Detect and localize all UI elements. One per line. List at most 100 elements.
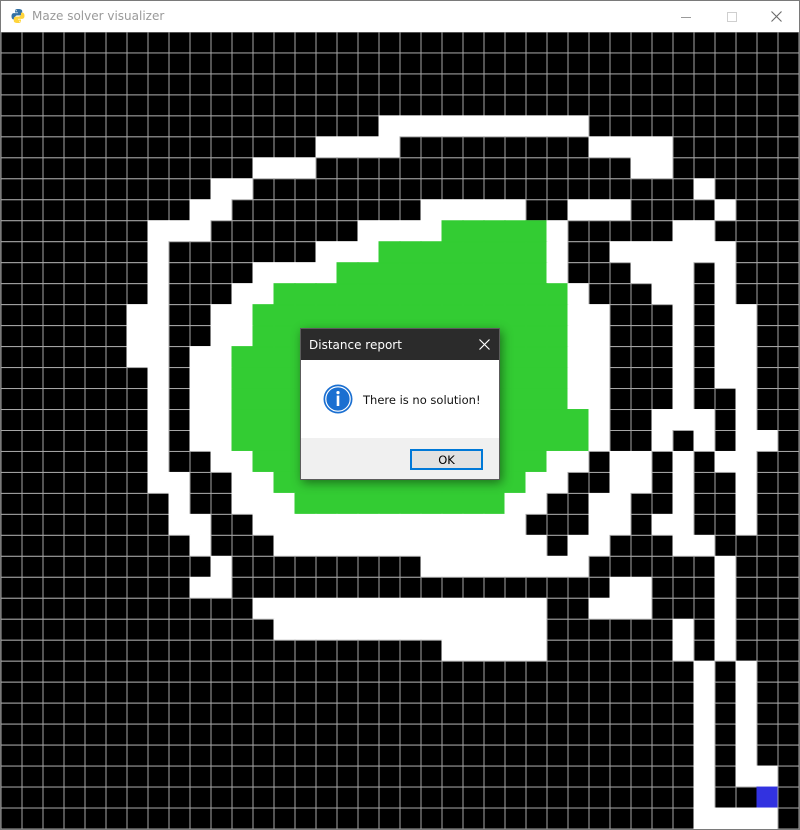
wall-cell[interactable] (441, 765, 464, 788)
open-cell[interactable] (714, 555, 737, 578)
wall-cell[interactable] (609, 325, 632, 348)
wall-cell[interactable] (1, 765, 23, 788)
open-cell[interactable] (357, 241, 380, 264)
wall-cell[interactable] (21, 32, 44, 54)
open-cell[interactable] (588, 409, 611, 431)
wall-cell[interactable] (399, 744, 422, 767)
wall-cell[interactable] (546, 157, 569, 180)
wall-cell[interactable] (1, 618, 23, 641)
wall-cell[interactable] (210, 32, 233, 54)
open-cell[interactable] (588, 346, 611, 369)
wall-cell[interactable] (399, 723, 422, 746)
wall-cell[interactable] (84, 576, 107, 599)
wall-cell[interactable] (378, 178, 401, 201)
wall-cell[interactable] (105, 304, 128, 327)
wall-cell[interactable] (777, 262, 799, 285)
wall-cell[interactable] (567, 94, 590, 117)
wall-cell[interactable] (273, 807, 296, 829)
wall-cell[interactable] (357, 681, 380, 704)
open-cell[interactable] (630, 157, 653, 180)
wall-cell[interactable] (777, 178, 799, 201)
wall-cell[interactable] (525, 744, 548, 767)
wall-cell[interactable] (315, 52, 338, 75)
wall-cell[interactable] (168, 660, 191, 683)
wall-cell[interactable] (735, 576, 758, 599)
wall-cell[interactable] (504, 94, 527, 117)
wall-cell[interactable] (483, 723, 506, 746)
wall-cell[interactable] (735, 786, 758, 809)
wall-cell[interactable] (210, 513, 233, 536)
wall-cell[interactable] (126, 178, 149, 201)
open-cell[interactable] (735, 367, 758, 390)
visited-cell[interactable] (546, 367, 569, 390)
wall-cell[interactable] (714, 32, 737, 54)
wall-cell[interactable] (420, 744, 443, 767)
open-cell[interactable] (735, 765, 758, 788)
wall-cell[interactable] (777, 52, 799, 75)
wall-cell[interactable] (84, 73, 107, 96)
wall-cell[interactable] (630, 32, 653, 54)
wall-cell[interactable] (42, 157, 65, 180)
wall-cell[interactable] (21, 597, 44, 620)
open-cell[interactable] (168, 220, 191, 243)
open-cell[interactable] (609, 597, 632, 620)
wall-cell[interactable] (378, 765, 401, 788)
wall-cell[interactable] (630, 723, 653, 746)
wall-cell[interactable] (21, 430, 44, 452)
wall-cell[interactable] (105, 283, 128, 306)
wall-cell[interactable] (567, 618, 590, 641)
wall-cell[interactable] (1, 136, 23, 159)
wall-cell[interactable] (357, 157, 380, 180)
wall-cell[interactable] (357, 576, 380, 599)
wall-cell[interactable] (315, 723, 338, 746)
open-cell[interactable] (399, 115, 422, 138)
open-cell[interactable] (735, 744, 758, 767)
wall-cell[interactable] (84, 94, 107, 117)
wall-cell[interactable] (756, 681, 779, 704)
open-cell[interactable] (210, 178, 233, 201)
wall-cell[interactable] (525, 576, 548, 599)
wall-cell[interactable] (315, 660, 338, 683)
wall-cell[interactable] (357, 786, 380, 809)
wall-cell[interactable] (273, 241, 296, 264)
open-cell[interactable] (735, 681, 758, 704)
visited-cell[interactable] (420, 492, 443, 515)
wall-cell[interactable] (105, 241, 128, 264)
wall-cell[interactable] (252, 723, 275, 746)
open-cell[interactable] (735, 492, 758, 515)
open-cell[interactable] (210, 388, 233, 411)
wall-cell[interactable] (588, 807, 611, 829)
wall-cell[interactable] (147, 702, 170, 725)
wall-cell[interactable] (168, 765, 191, 788)
open-cell[interactable] (210, 576, 233, 599)
wall-cell[interactable] (84, 639, 107, 662)
open-cell[interactable] (504, 597, 527, 620)
wall-cell[interactable] (420, 702, 443, 725)
wall-cell[interactable] (777, 32, 799, 54)
wall-cell[interactable] (63, 262, 86, 285)
wall-cell[interactable] (630, 492, 653, 515)
open-cell[interactable] (588, 388, 611, 411)
open-cell[interactable] (735, 702, 758, 725)
wall-cell[interactable] (420, 157, 443, 180)
wall-cell[interactable] (336, 723, 359, 746)
open-cell[interactable] (252, 597, 275, 620)
wall-cell[interactable] (210, 262, 233, 285)
visited-cell[interactable] (483, 304, 506, 327)
wall-cell[interactable] (42, 576, 65, 599)
open-cell[interactable] (483, 555, 506, 578)
wall-cell[interactable] (441, 786, 464, 809)
wall-cell[interactable] (651, 471, 674, 494)
wall-cell[interactable] (42, 73, 65, 96)
wall-cell[interactable] (756, 555, 779, 578)
wall-cell[interactable] (105, 576, 128, 599)
wall-cell[interactable] (1, 32, 23, 54)
wall-cell[interactable] (462, 136, 485, 159)
wall-cell[interactable] (21, 786, 44, 809)
wall-cell[interactable] (609, 115, 632, 138)
open-cell[interactable] (672, 367, 695, 390)
wall-cell[interactable] (672, 52, 695, 75)
visited-cell[interactable] (420, 262, 443, 285)
wall-cell[interactable] (378, 73, 401, 96)
wall-cell[interactable] (252, 807, 275, 829)
